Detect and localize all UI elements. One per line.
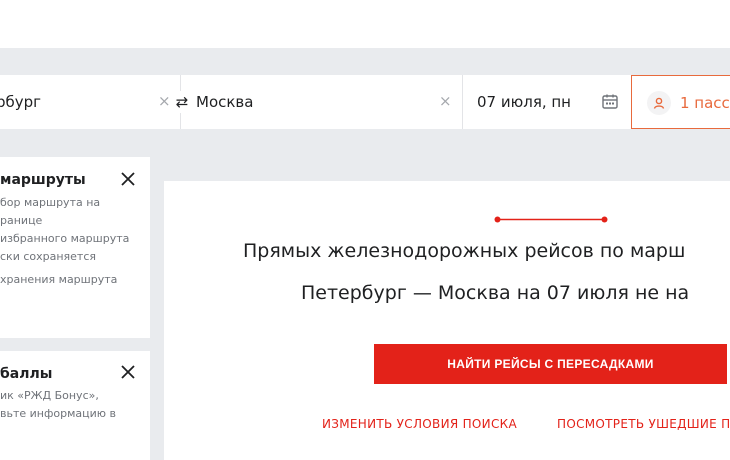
passengers-field[interactable]: 1 пасса: [631, 75, 730, 129]
saved-routes-line: хранения маршрута: [0, 273, 118, 286]
bonus-points-title: баллы: [0, 366, 53, 382]
search-bar: рбург × Москва × 07 июля, пн 1 пасса: [0, 75, 730, 129]
find-transfers-button[interactable]: НАЙТИ РЕЙСЫ С ПЕРЕСАДКАМИ: [374, 344, 727, 384]
saved-routes-line: ранице: [0, 214, 43, 227]
saved-routes-line: избранного маршрута: [0, 232, 130, 245]
calendar-icon[interactable]: [602, 94, 618, 109]
bonus-points-line: вьте информацию в: [0, 407, 117, 420]
bonus-points-line: ик «РЖД Бонус»,: [0, 389, 99, 402]
saved-routes-line: ски сохраняется: [0, 250, 96, 263]
no-results-message-line2: Петербург — Москва на 07 июля не на: [301, 282, 690, 304]
saved-routes-line: бор маршрута на: [0, 196, 101, 209]
no-results-message-line1: Прямых железнодорожных рейсов по марш: [243, 240, 686, 262]
departed-trains-link[interactable]: ПОСМОТРЕТЬ УШЕДШИЕ П: [557, 417, 730, 431]
bonus-points-card: баллы ик «РЖД Бонус», вьте информацию в: [0, 351, 150, 460]
close-icon[interactable]: [120, 364, 136, 380]
clear-from-icon[interactable]: ×: [158, 92, 171, 110]
clear-to-icon[interactable]: ×: [439, 92, 452, 110]
saved-routes-card: маршруты бор маршрута на ранице избранно…: [0, 157, 150, 338]
to-value: Москва: [196, 93, 254, 111]
saved-routes-title: маршруты: [0, 172, 86, 188]
change-search-link[interactable]: ИЗМЕНИТЬ УСЛОВИЯ ПОИСКА: [322, 417, 517, 431]
passengers-label: 1 пасса: [680, 94, 730, 112]
top-header: [0, 0, 730, 48]
date-value: 07 июля, пн: [477, 93, 571, 111]
to-field[interactable]: Москва ×: [181, 75, 463, 129]
swap-arrows-icon[interactable]: ⇄: [174, 91, 190, 113]
from-field[interactable]: рбург ×: [0, 75, 181, 129]
route-line-icon: [494, 208, 608, 223]
close-icon[interactable]: [120, 171, 136, 187]
from-value: рбург: [0, 93, 42, 111]
person-icon: [647, 91, 671, 115]
